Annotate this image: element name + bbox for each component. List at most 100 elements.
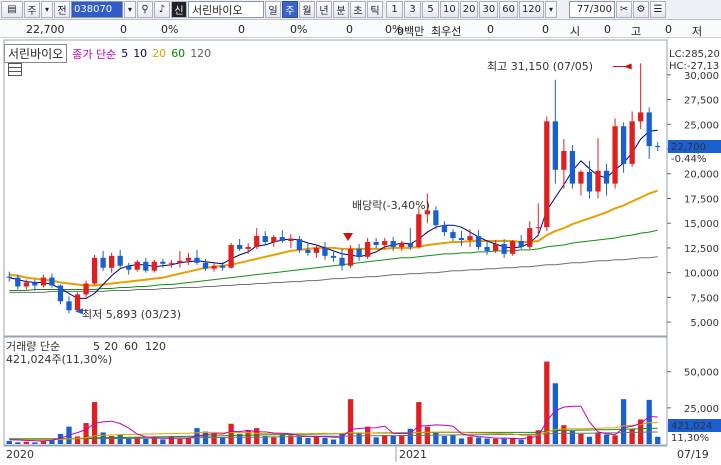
volume-bar-30 — [262, 436, 268, 444]
candle-body-1 — [15, 277, 21, 287]
candle-body-63 — [544, 121, 550, 228]
volume-bar-54 — [467, 436, 473, 444]
settings-icon[interactable]: ⚙ — [633, 1, 650, 18]
candle-body-12 — [109, 255, 115, 268]
volume-bar-71 — [612, 435, 618, 444]
info-v3: 0 — [346, 23, 353, 36]
period-tab-6[interactable]: 틱 — [367, 1, 383, 18]
interval-tab-60[interactable]: 60 — [499, 1, 518, 18]
volume-bar-63 — [544, 361, 550, 444]
ma10-label: 10 — [133, 47, 148, 60]
candle-body-22 — [194, 257, 200, 263]
volume-bar-23 — [202, 431, 209, 444]
period-tab-3[interactable]: 년 — [316, 1, 332, 18]
interval-tab-10[interactable]: 10 — [440, 1, 459, 18]
period-tab-1[interactable]: 주 — [282, 1, 298, 18]
candle-body-2 — [23, 282, 29, 287]
price-tick-label-22500: 22,500 — [684, 145, 719, 156]
full-button[interactable]: 전 — [54, 1, 70, 18]
candle-body-49 — [424, 210, 431, 215]
current-pct-label: -0.44% — [671, 154, 706, 165]
info-v5-label: 0 — [542, 23, 549, 36]
candle-body-67 — [578, 171, 584, 184]
type-dropdown[interactable]: ▾ — [41, 1, 53, 18]
volume-bar-15 — [134, 437, 140, 444]
scissors-icon[interactable]: ✂ — [616, 1, 633, 18]
candle-body-62 — [535, 227, 541, 229]
volume-bar-67 — [578, 433, 584, 444]
volume-bar-13 — [117, 435, 123, 444]
volume-bar-38 — [330, 439, 337, 444]
dividend-annotation: 배당락(-3,40%) — [352, 199, 430, 212]
stack-icon[interactable]: ☰ — [650, 1, 667, 18]
candle-body-70 — [603, 170, 610, 184]
candle-body-73 — [629, 121, 635, 164]
stock-name-field: 서린바이오 — [188, 1, 264, 18]
volume-chart: 25,000 50,000 — [3, 336, 719, 462]
vol-ma60-line — [9, 427, 658, 440]
hc-label: HC:-27,13 — [669, 61, 719, 72]
candle-body-60 — [518, 241, 524, 247]
info-v2: 0 — [238, 23, 245, 36]
volume-bar-33 — [288, 435, 294, 444]
ma20-label: 20 — [152, 47, 167, 60]
candle-body-6 — [57, 285, 64, 302]
count-display[interactable]: 77/300 — [569, 1, 616, 18]
volume-bar-20 — [177, 438, 183, 444]
period-tab-2[interactable]: 월 — [299, 1, 315, 18]
quote-info-row: 22,700 0 0% 0 0% 0 0% 0백만 최우선 0 0 시 0 고 … — [0, 21, 721, 38]
candle-body-11 — [100, 257, 106, 268]
speaker-icon[interactable]: ♪ — [154, 1, 170, 18]
period-tab-4[interactable]: 분 — [333, 1, 349, 18]
candle-body-46 — [399, 242, 405, 247]
interval-dropdown[interactable]: ▾ — [545, 1, 558, 18]
interval-tab-120[interactable]: 120 — [518, 1, 545, 18]
candle-body-53 — [458, 238, 465, 241]
current-volume-box — [668, 419, 721, 432]
vol-ma60-label: 60 — [124, 340, 138, 353]
high-arrow — [623, 63, 632, 70]
volume-bar-6 — [57, 433, 64, 444]
candle-body-15 — [134, 261, 140, 270]
interval-tab-1[interactable]: 1 — [386, 1, 403, 18]
candle-body-18 — [160, 261, 166, 264]
grid-icon[interactable] — [8, 63, 22, 76]
interval-tab-3[interactable]: 3 — [404, 1, 421, 18]
info-v7: 0 — [665, 23, 672, 36]
interval-tab-20[interactable]: 20 — [459, 1, 479, 18]
volume-bar-0 — [6, 440, 12, 444]
volume-bar-17 — [151, 438, 157, 444]
candle-body-10 — [91, 257, 98, 284]
candle-body-68 — [586, 171, 593, 192]
volume-bar-61 — [527, 435, 533, 444]
stock-code-input[interactable]: 038070 — [71, 1, 123, 18]
low-arrow — [74, 308, 83, 315]
candle-body-23 — [202, 262, 209, 269]
candle-body-58 — [501, 243, 507, 254]
x-label-2020: 2020 — [6, 448, 34, 461]
price-ma5-line — [9, 129, 658, 299]
period-tab-5[interactable]: 초 — [350, 1, 366, 18]
volume-bar-8 — [74, 436, 81, 444]
volume-bar-76 — [655, 436, 661, 444]
info-v1: 0 — [120, 23, 127, 36]
vol-ma120-label: 120 — [145, 340, 166, 353]
code-dropdown[interactable]: ▾ — [124, 1, 136, 18]
low-annotation: 최저 5,893 (03/23) — [82, 308, 181, 321]
price-tick-label-25000: 25,000 — [684, 120, 719, 131]
volume-bar-22 — [194, 428, 200, 444]
new-button[interactable]: 신 — [171, 1, 187, 18]
stock-name-tab[interactable]: 서린바이오 — [4, 44, 68, 63]
volume-bar-69 — [595, 432, 601, 444]
search-icon[interactable]: ⚲ — [137, 1, 153, 18]
period-tab-0[interactable]: 일 — [265, 1, 281, 18]
chart-type-icon[interactable]: ▤ — [1, 1, 23, 18]
candle-body-52 — [450, 232, 456, 239]
price-tick-label-30000: 30,000 — [684, 71, 719, 82]
interval-tab-30[interactable]: 30 — [479, 1, 499, 18]
volume-bar-43 — [373, 437, 379, 444]
type-select[interactable]: 주 — [24, 1, 40, 18]
vol-tick-label-50000: 50,000 — [684, 368, 719, 379]
interval-tab-5[interactable]: 5 — [422, 1, 439, 18]
type-label: 주 — [27, 6, 37, 17]
